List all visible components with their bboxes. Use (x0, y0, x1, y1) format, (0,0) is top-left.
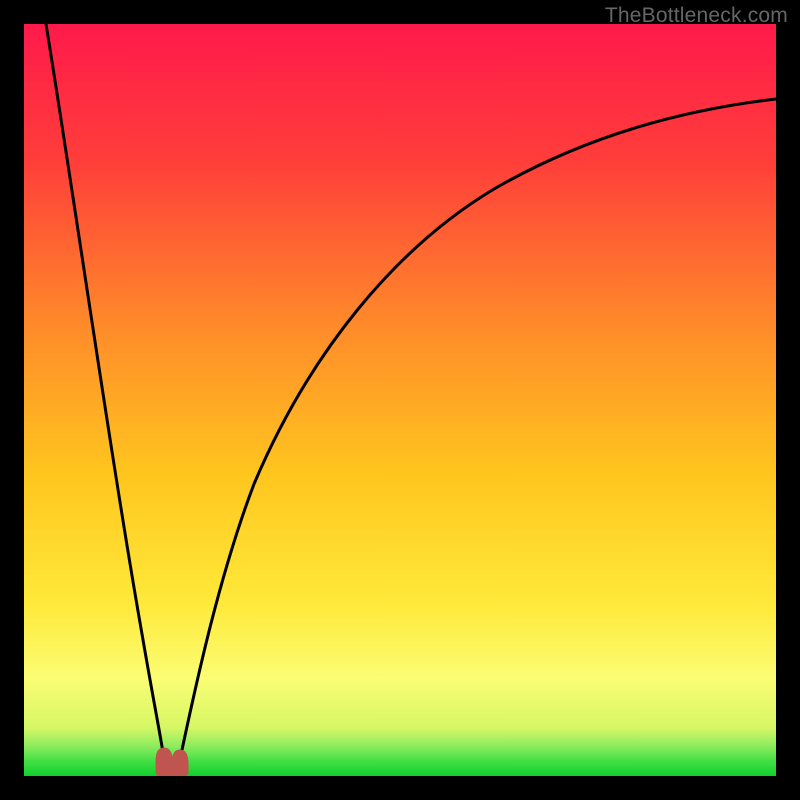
bottleneck-chart (24, 24, 776, 776)
chart-frame (24, 24, 776, 776)
watermark-text: TheBottleneck.com (605, 4, 788, 28)
gradient-background (24, 24, 776, 776)
